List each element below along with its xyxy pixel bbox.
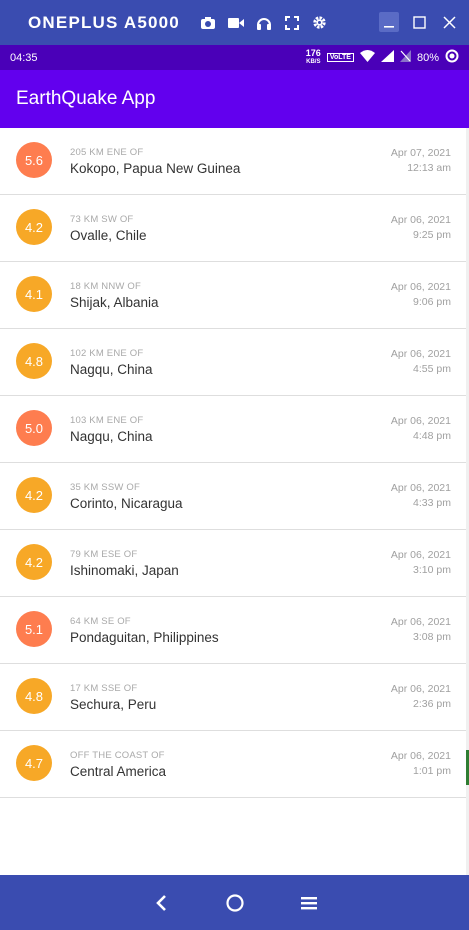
list-item[interactable]: 4.7 OFF THE COAST OF Central America Apr 06… <box>0 731 466 798</box>
toolbar <box>200 15 328 31</box>
list-item[interactable]: 4.2 73 KM SW OF Ovalle, Chile Apr 06, 2021 9… <box>0 195 466 262</box>
video-icon[interactable] <box>227 15 244 31</box>
gear-icon[interactable] <box>312 15 328 31</box>
maximize-icon[interactable] <box>409 12 429 32</box>
list-item[interactable]: 5.1 64 KM SE OF Pondaguitan, Philippines Ap… <box>0 597 466 664</box>
primary-location: Sechura, Peru <box>70 697 157 712</box>
primary-location: Shijak, Albania <box>70 295 159 310</box>
wifi-icon <box>359 50 375 65</box>
fullscreen-icon[interactable] <box>284 15 300 31</box>
magnitude-circle: 4.8 <box>16 343 52 379</box>
back-icon[interactable] <box>150 892 172 914</box>
battery-icon <box>445 49 459 66</box>
location-offset: 35 KM SSW OF <box>70 482 140 493</box>
quake-time: 2:36 pm <box>413 698 451 710</box>
quake-date: Apr 07, 2021 <box>390 147 451 159</box>
location-offset: OFF THE COAST OF <box>70 750 165 761</box>
device-name: ONEPLUS A5000 <box>28 12 180 32</box>
quake-time: 12:13 am <box>407 162 451 174</box>
quake-time: 1:01 pm <box>413 765 451 777</box>
quake-time: 4:48 pm <box>413 430 451 442</box>
window-controls <box>379 12 459 32</box>
no-sim-icon <box>399 50 411 65</box>
primary-location: Corinto, Nicaragua <box>70 496 183 511</box>
status-time: 04:35 <box>10 51 38 64</box>
app-bar: EarthQuake App <box>0 70 469 128</box>
minimize-icon[interactable] <box>379 12 399 32</box>
quake-date: Apr 06, 2021 <box>390 348 451 360</box>
battery-percent: 80% <box>416 51 439 64</box>
quake-date: Apr 06, 2021 <box>390 683 451 695</box>
quake-time: 9:25 pm <box>413 229 451 241</box>
quake-date: Apr 06, 2021 <box>390 549 451 561</box>
magnitude-circle: 5.1 <box>16 611 52 647</box>
list-item[interactable]: 4.2 79 KM ESE OF Ishinomaki, Japan Apr 06, … <box>0 530 466 597</box>
primary-location: Ovalle, Chile <box>70 228 147 243</box>
quake-time: 3:08 pm <box>413 631 451 643</box>
list-item[interactable]: 4.2 35 KM SSW OF Corinto, Nicaragua Apr 06,… <box>0 463 466 530</box>
magnitude-circle: 5.0 <box>16 410 52 446</box>
quake-time: 4:33 pm <box>413 497 451 509</box>
primary-location: Pondaguitan, Philippines <box>70 630 219 645</box>
list-item[interactable]: 4.8 17 KM SSE OF Sechura, Peru Apr 06, 2021… <box>0 664 466 731</box>
magnitude-circle: 4.2 <box>16 209 52 245</box>
quake-time: 4:55 pm <box>413 363 451 375</box>
list-item[interactable]: 4.8 102 KM ENE OF Nagqu, China Apr 06, 2021… <box>0 329 466 396</box>
primary-location: Central America <box>70 764 167 779</box>
quake-date: Apr 06, 2021 <box>390 214 451 226</box>
primary-location: Ishinomaki, Japan <box>70 563 179 578</box>
window-title-bar: ONEPLUS A5000 <box>0 0 469 45</box>
list-item[interactable]: 4.1 18 KM NNW OF Shijak, Albania Apr 06, 20… <box>0 262 466 329</box>
magnitude-circle: 4.7 <box>16 745 52 781</box>
net-speed-value: 176 <box>305 47 321 58</box>
close-icon[interactable] <box>439 12 459 32</box>
quake-time: 9:06 pm <box>413 296 451 308</box>
earthquake-list[interactable]: 5.6 205 KM ENE OF Kokopo, Papua New Guinea… <box>0 128 466 798</box>
app-title: EarthQuake App <box>16 88 156 109</box>
net-speed: 176 KB/S <box>305 47 321 67</box>
magnitude-circle: 4.2 <box>16 544 52 580</box>
magnitude-circle: 4.1 <box>16 276 52 312</box>
location-offset: 205 KM ENE OF <box>70 147 144 158</box>
location-offset: 18 KM NNW OF <box>70 281 142 292</box>
quake-date: Apr 06, 2021 <box>390 415 451 427</box>
quake-date: Apr 06, 2021 <box>390 616 451 628</box>
primary-location: Kokopo, Papua New Guinea <box>70 161 241 176</box>
home-icon[interactable] <box>224 892 246 914</box>
location-offset: 102 KM ENE OF <box>70 348 144 359</box>
status-icons: 176 KB/S VoLTE 80% <box>305 47 459 67</box>
quake-date: Apr 06, 2021 <box>390 281 451 293</box>
net-speed-unit: KB/S <box>306 58 321 65</box>
camera-icon[interactable] <box>200 15 216 31</box>
magnitude-circle: 5.6 <box>16 142 52 178</box>
magnitude-circle: 4.8 <box>16 678 52 714</box>
location-offset: 103 KM ENE OF <box>70 415 144 426</box>
primary-location: Nagqu, China <box>70 429 153 444</box>
location-offset: 64 KM SE OF <box>70 616 131 627</box>
volte-badge: VoLTE <box>326 53 354 62</box>
location-offset: 17 KM SSE OF <box>70 683 138 694</box>
navigation-bar <box>0 875 469 930</box>
headphones-icon[interactable] <box>256 15 272 31</box>
signal-icon <box>380 50 394 65</box>
quake-date: Apr 06, 2021 <box>390 482 451 494</box>
location-offset: 79 KM ESE OF <box>70 549 138 560</box>
list-item[interactable]: 5.6 205 KM ENE OF Kokopo, Papua New Guinea… <box>0 128 466 195</box>
menu-icon[interactable] <box>298 892 320 914</box>
location-offset: 73 KM SW OF <box>70 214 134 225</box>
quake-time: 3:10 pm <box>413 564 451 576</box>
magnitude-circle: 4.2 <box>16 477 52 513</box>
status-bar: 04:35 176 KB/S VoLTE 80% <box>0 45 469 70</box>
primary-location: Nagqu, China <box>70 362 153 377</box>
quake-date: Apr 06, 2021 <box>390 750 451 762</box>
list-item[interactable]: 5.0 103 KM ENE OF Nagqu, China Apr 06, 2021… <box>0 396 466 463</box>
